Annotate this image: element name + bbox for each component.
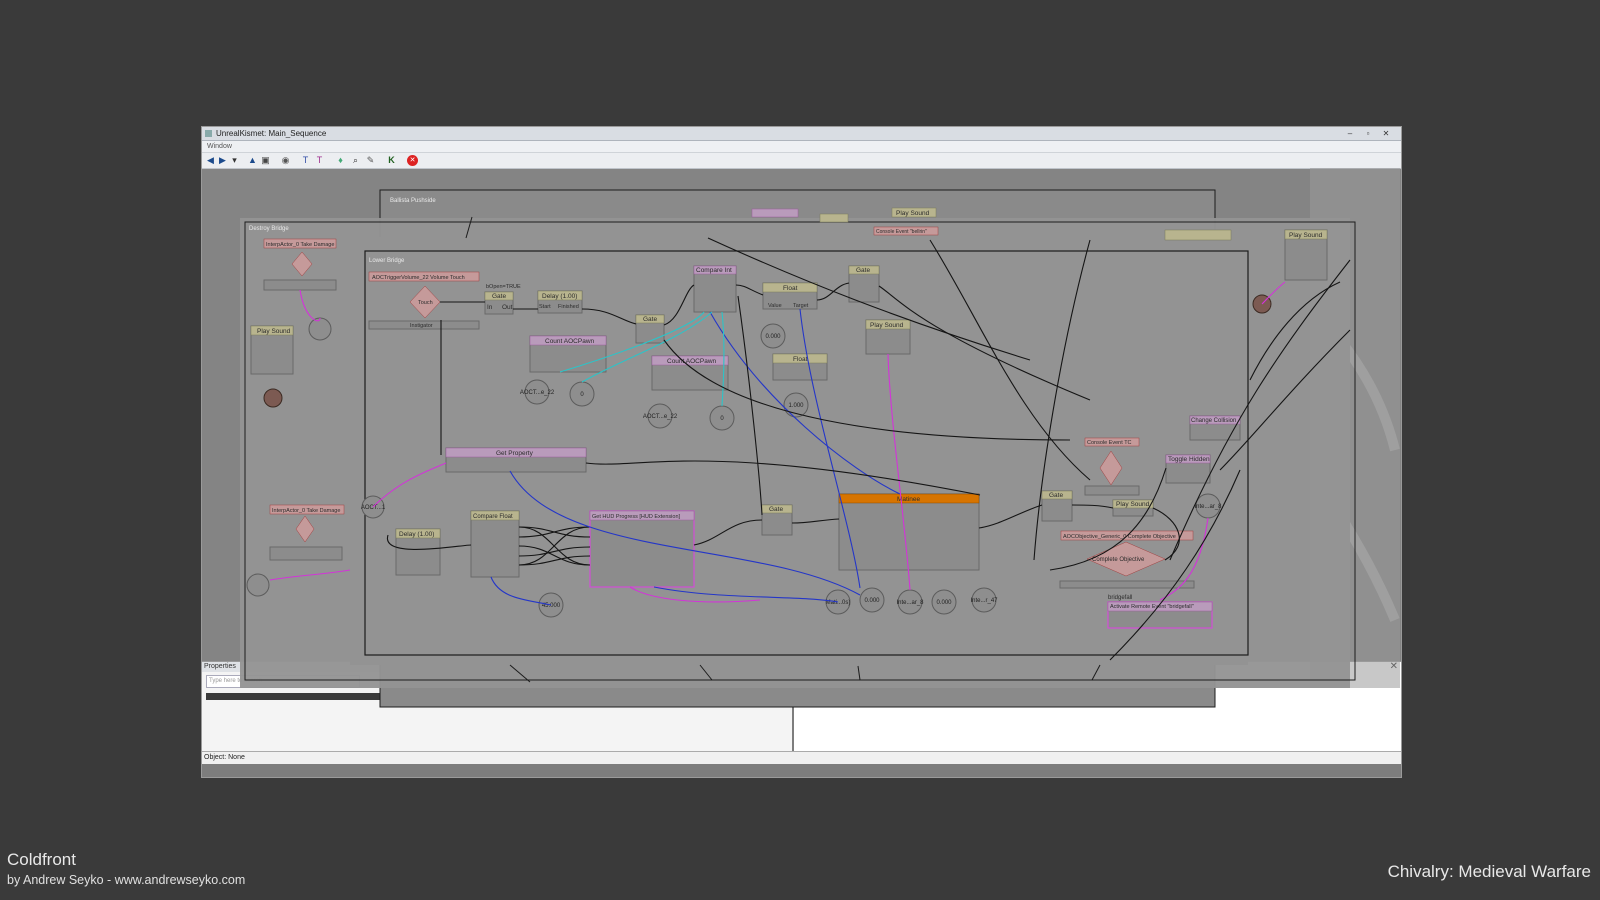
eye-icon[interactable]: ◉ — [280, 155, 291, 166]
bulb-icon[interactable]: ♦ — [335, 155, 346, 166]
menu-bar: Window — [202, 141, 1401, 153]
minimize-button[interactable]: – — [1343, 127, 1357, 140]
sequence-icon[interactable]: ▣ — [260, 155, 271, 166]
t-icon[interactable]: T — [300, 155, 311, 166]
up-arrow-icon[interactable]: ▲ — [247, 155, 258, 166]
sequence-item[interactable]: AOCTO-Coldfront_Art - Sequence [0] — [806, 685, 942, 694]
caption-title: Coldfront — [7, 850, 76, 869]
properties-search-input[interactable]: Type here to search — [206, 675, 360, 688]
window-title: UnrealKismet: Main_Sequence — [216, 129, 327, 138]
kismet-k-icon[interactable]: K — [386, 155, 397, 166]
properties-category-bar — [206, 693, 781, 700]
close-button[interactable]: ✕ — [1379, 127, 1393, 140]
status-bar: Object: None — [202, 751, 1401, 764]
sequence-item[interactable]: AOCTO-Coldfront_Art2 - Sequence [0] — [806, 696, 946, 705]
maximize-button[interactable]: ▫ — [1361, 127, 1375, 140]
kismet-window: UnrealKismet: Main_Sequence – ▫ ✕ Window… — [201, 126, 1402, 778]
caption-byline: by Andrew Seyko - www.andrewseyko.com — [7, 873, 246, 887]
dropdown-icon[interactable]: ▾ — [229, 155, 240, 166]
title-bar: UnrealKismet: Main_Sequence – ▫ ✕ — [202, 127, 1401, 141]
menu-window[interactable]: Window — [207, 141, 232, 152]
properties-panel: Properties Type here to search — [202, 661, 794, 762]
zoom-icon[interactable]: ⌕ — [350, 155, 361, 166]
close-icon[interactable]: ✕ — [1390, 661, 1398, 672]
forward-arrow-icon[interactable]: ▶ — [217, 155, 228, 166]
back-arrow-icon[interactable]: ◀ — [205, 155, 216, 166]
toolbar: ◀ ▶ ▾ ▲ ▣ ◉ T T ♦ ⌕ ✎ K ✕ — [202, 153, 1401, 169]
sequence-icon — [806, 686, 812, 692]
properties-header: Properties — [202, 662, 794, 672]
caption-game: Chivalry: Medieval Warfare — [1387, 862, 1591, 881]
t-icon[interactable]: T — [314, 155, 325, 166]
wrench-icon[interactable]: ✎ — [365, 155, 376, 166]
kismet-canvas[interactable] — [202, 169, 1401, 689]
sequence-label: AOCTO-Coldfront_Art2 - Sequence [0] — [818, 696, 947, 705]
sequences-panel: ✕ AOCTO-Coldfront_Art - Sequence [0] AOC… — [794, 661, 1401, 762]
sequence-label: AOCTO-Coldfront_Art - Sequence [0] — [818, 685, 943, 694]
sequence-icon — [806, 697, 812, 703]
stop-icon[interactable]: ✕ — [407, 155, 418, 166]
app-icon — [205, 130, 212, 137]
